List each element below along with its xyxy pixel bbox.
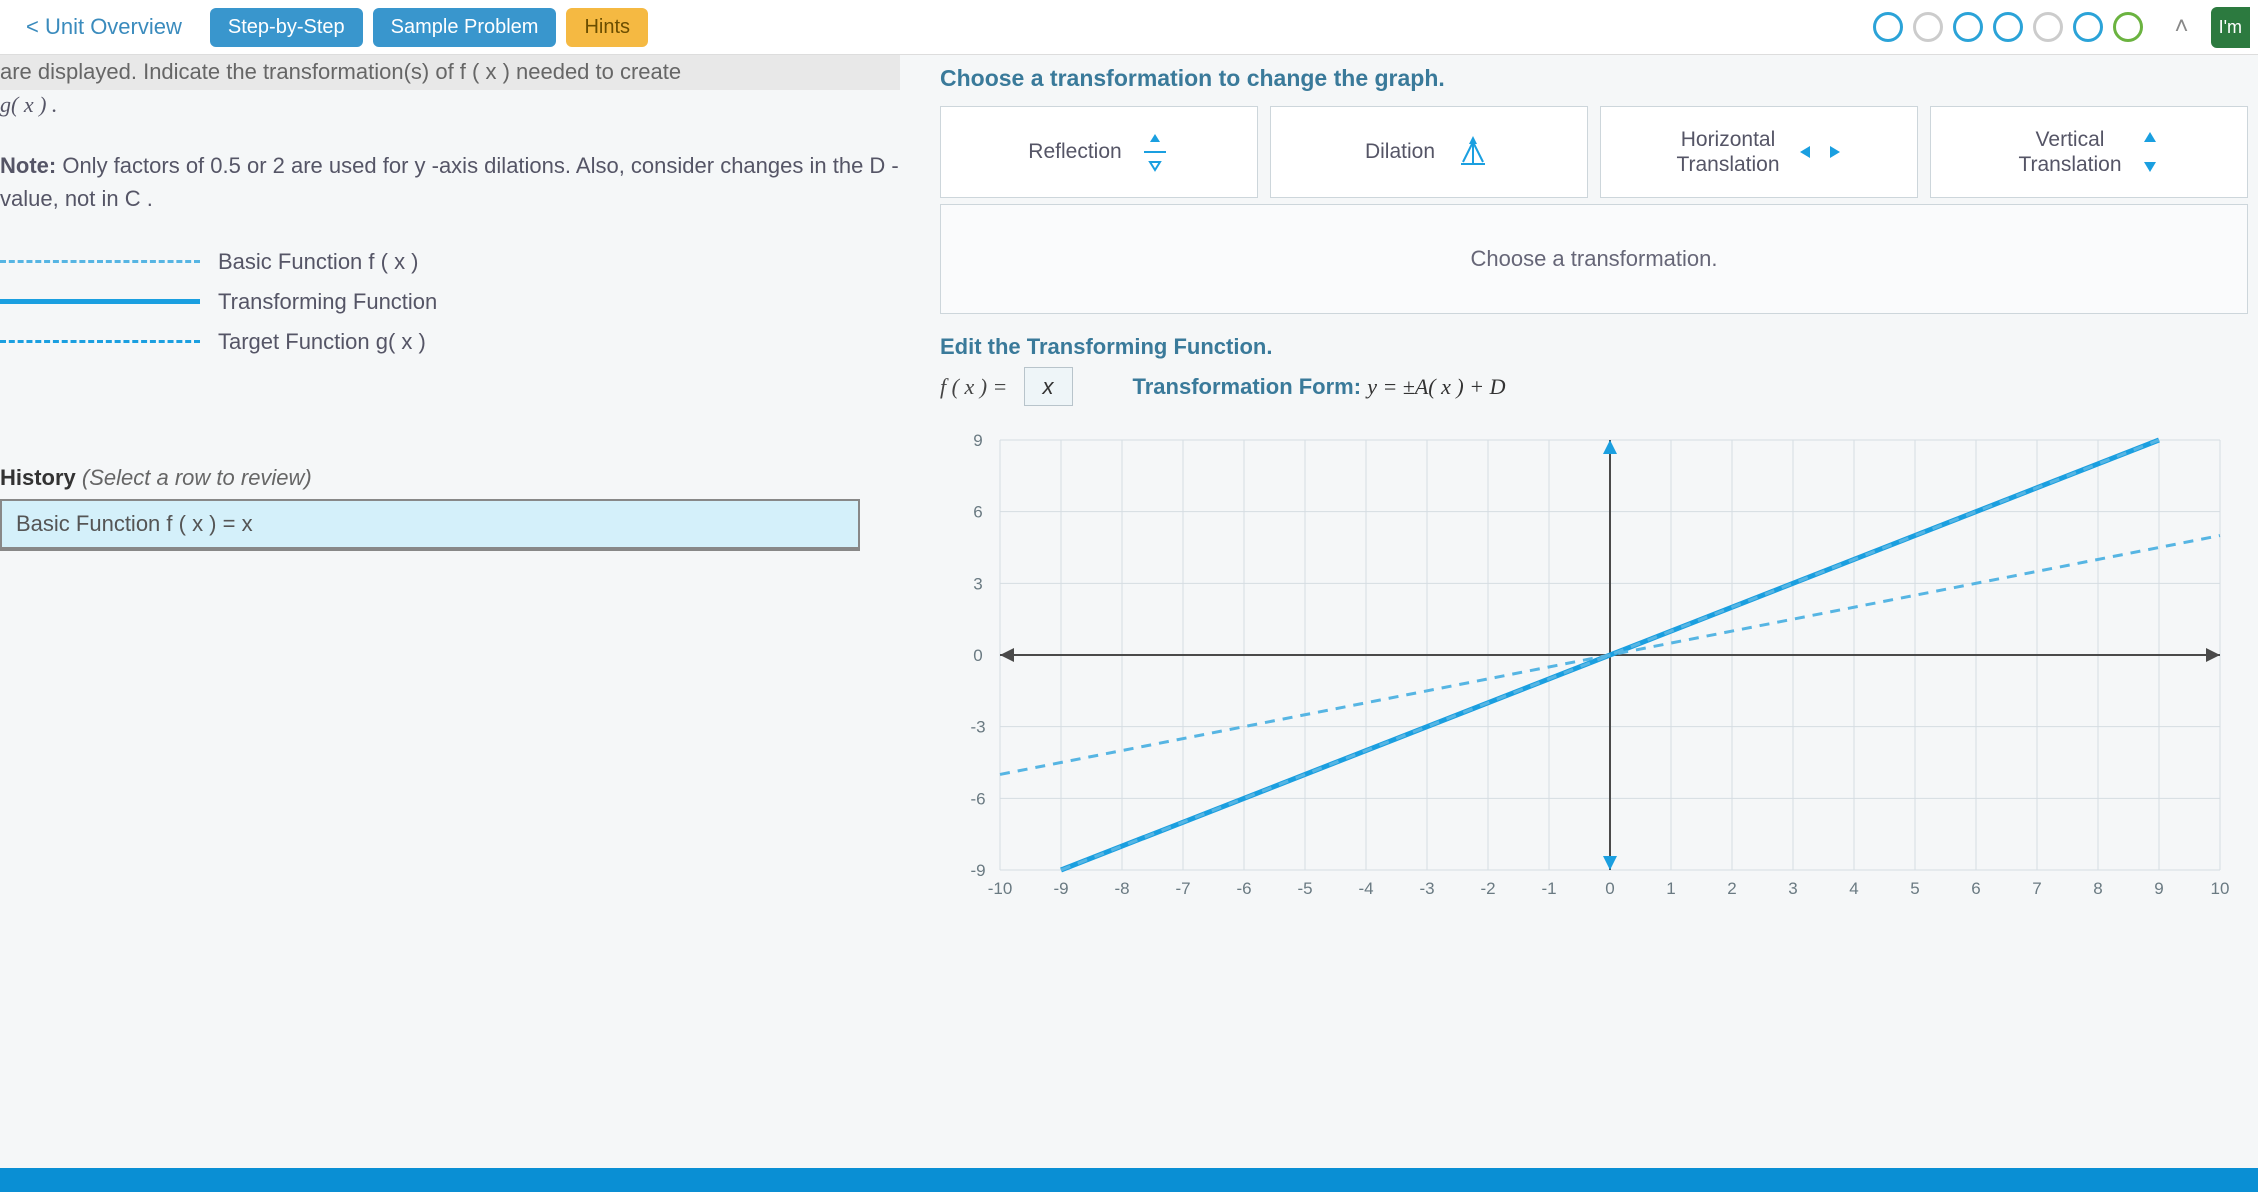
note-block: Note: Only factors of 0.5 or 2 are used … [0, 149, 900, 215]
choose-transformation-heading: Choose a transformation to change the gr… [940, 65, 2248, 92]
svg-text:6: 6 [973, 503, 982, 522]
left-panel: are displayed. Indicate the transformati… [0, 55, 920, 1162]
reflection-button[interactable]: Reflection [940, 106, 1258, 198]
svg-text:-2: -2 [1480, 879, 1495, 898]
legend-transforming-label: Transforming Function [218, 289, 437, 315]
transformation-buttons-row: Reflection Dilation HorizontalTranslatio… [940, 106, 2248, 198]
horizontal-translation-button[interactable]: HorizontalTranslation [1600, 106, 1918, 198]
progress-circle-3[interactable] [1953, 12, 1983, 42]
history-row-basic[interactable]: Basic Function f ( x ) = x [2, 501, 858, 549]
reflection-icon [1140, 132, 1170, 172]
progress-circle-5[interactable] [2033, 12, 2063, 42]
progress-circle-6[interactable] [2073, 12, 2103, 42]
svg-text:-1: -1 [1541, 879, 1556, 898]
vertical-translation-button[interactable]: VerticalTranslation [1930, 106, 2248, 198]
right-panel: Choose a transformation to change the gr… [920, 55, 2258, 1162]
svg-text:-9: -9 [1053, 879, 1068, 898]
svg-text:-9: -9 [970, 861, 985, 880]
legend-basic-line-icon [0, 260, 200, 263]
horizontal-arrows-icon [1798, 142, 1842, 162]
legend-target-label: Target Function g( x ) [218, 329, 426, 355]
history-list: Basic Function f ( x ) = x [0, 499, 860, 551]
edit-function-heading: Edit the Transforming Function. [940, 334, 2248, 360]
svg-text:5: 5 [1910, 879, 1919, 898]
legend: Basic Function f ( x ) Transforming Func… [0, 249, 900, 355]
svg-text:-6: -6 [1236, 879, 1251, 898]
im-done-button[interactable]: I'm [2211, 7, 2250, 48]
svg-text:7: 7 [2032, 879, 2041, 898]
svg-text:-4: -4 [1358, 879, 1373, 898]
step-by-step-button[interactable]: Step-by-Step [210, 8, 363, 47]
svg-text:-8: -8 [1114, 879, 1129, 898]
legend-transforming-line-icon [0, 299, 200, 304]
fx-value-input[interactable]: x [1024, 367, 1073, 406]
svg-text:6: 6 [1971, 879, 1980, 898]
legend-target-line-icon [0, 340, 200, 343]
svg-text:0: 0 [973, 646, 982, 665]
vertical-arrows-icon [2140, 130, 2160, 174]
transformation-form-label: Transformation Form: y = ±A( x ) + D [1133, 374, 1506, 400]
legend-basic-label: Basic Function f ( x ) [218, 249, 419, 275]
svg-text:10: 10 [2211, 879, 2230, 898]
svg-text:-7: -7 [1175, 879, 1190, 898]
progress-circles [1873, 12, 2153, 42]
unit-overview-link[interactable]: < Unit Overview [8, 6, 200, 48]
instruction-text-line1: are displayed. Indicate the transformati… [0, 55, 900, 90]
collapse-up-icon[interactable]: ˄ [2163, 13, 2201, 41]
svg-text:-3: -3 [970, 718, 985, 737]
svg-text:-10: -10 [988, 879, 1013, 898]
svg-text:9: 9 [973, 431, 982, 450]
sample-problem-button[interactable]: Sample Problem [373, 8, 557, 47]
top-toolbar: < Unit Overview Step-by-Step Sample Prob… [0, 0, 2258, 55]
svg-text:-5: -5 [1297, 879, 1312, 898]
svg-text:0: 0 [1605, 879, 1614, 898]
progress-circle-1[interactable] [1873, 12, 1903, 42]
instruction-text-line2: g( x ) . [0, 90, 900, 121]
svg-text:-6: -6 [970, 789, 985, 808]
hints-button[interactable]: Hints [566, 8, 648, 47]
svg-text:2: 2 [1727, 879, 1736, 898]
history-heading: History (Select a row to review) [0, 465, 900, 491]
svg-text:4: 4 [1849, 879, 1858, 898]
svg-text:9: 9 [2154, 879, 2163, 898]
dilation-icon [1453, 132, 1493, 172]
fx-label: f ( x ) = x [940, 374, 1073, 400]
svg-text:3: 3 [973, 574, 982, 593]
progress-circle-7[interactable] [2113, 12, 2143, 42]
svg-text:8: 8 [2093, 879, 2102, 898]
progress-circle-2[interactable] [1913, 12, 1943, 42]
dilation-button[interactable]: Dilation [1270, 106, 1588, 198]
progress-circle-4[interactable] [1993, 12, 2023, 42]
graph-area[interactable]: -10-9-8-7-6-5-4-3-2-1012345678910-9-6-30… [940, 430, 2230, 910]
choose-transformation-strip: Choose a transformation. [940, 204, 2248, 314]
svg-text:3: 3 [1788, 879, 1797, 898]
svg-text:1: 1 [1666, 879, 1675, 898]
svg-text:-3: -3 [1419, 879, 1434, 898]
